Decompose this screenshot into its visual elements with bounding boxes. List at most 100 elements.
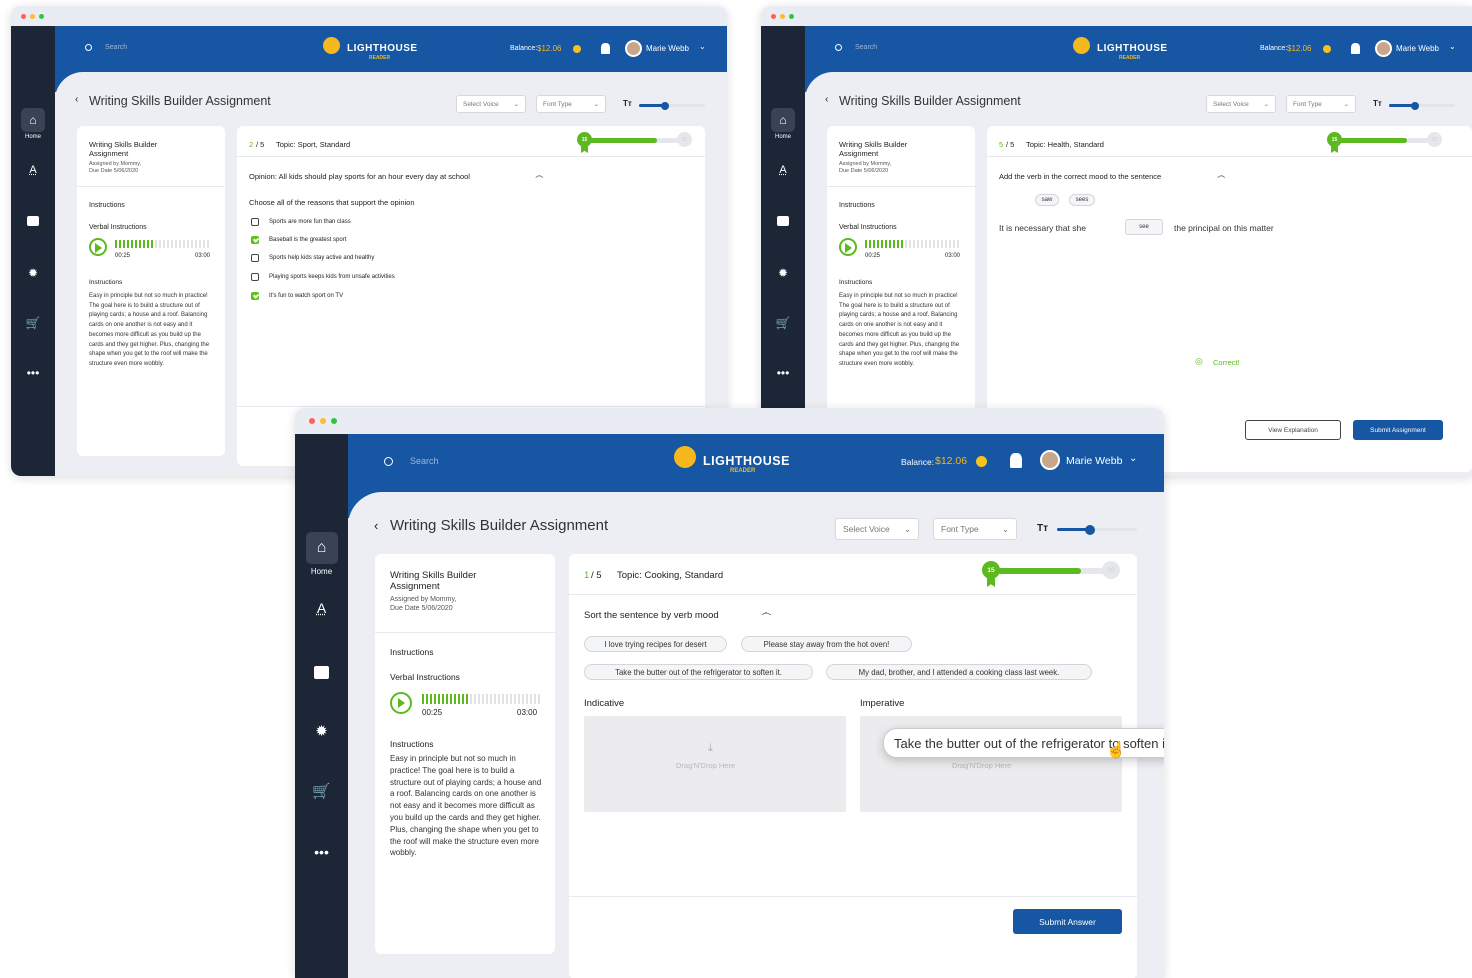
option-label[interactable]: Sports help kids stay active and healthy [269,255,374,261]
sentence-before: It is necessary that she [999,223,1086,233]
chevron-down-icon: ⌄ [593,101,599,108]
avatar[interactable] [1040,450,1060,470]
user-name[interactable]: Marie Webb [646,44,689,53]
bell-icon[interactable] [1010,453,1022,468]
audio-waveform[interactable] [865,239,959,249]
listen-icon[interactable]: ෴ [761,607,771,620]
sidebar-item-home[interactable]: ⌂ Home [761,108,805,140]
chevron-down-icon[interactable]: ⌄ [699,42,706,51]
play-icon[interactable] [89,238,107,256]
sentence-chip[interactable]: My dad, brother, and I attended a cookin… [826,664,1092,680]
window-cooking-question: ⌂ Home A ✹ 🛒 ••• Search LIGHTHOUSE READER… [295,408,1164,978]
user-name[interactable]: Marie Webb [1396,44,1439,53]
sidebar-item-more[interactable]: ••• [295,844,348,860]
minimize-dot[interactable] [780,13,785,19]
avatar[interactable] [1375,40,1392,57]
more-icon: ••• [26,366,40,380]
due-date: Due Date 5/06/2020 [390,605,453,612]
sidebar-item-more[interactable]: ••• [761,366,805,380]
sentence-chip[interactable]: I love trying recipes for desert [584,636,727,652]
back-icon[interactable]: ‹ [374,518,378,533]
sidebar-item-home[interactable]: ⌂ Home [11,108,55,140]
option-checkbox[interactable] [251,273,259,281]
search-input[interactable]: Search [410,456,439,466]
verb-choice-chip[interactable]: sees [1069,194,1095,206]
search-input[interactable]: Search [105,44,127,51]
close-dot[interactable] [21,13,26,19]
balance-value: $12.06 [1287,44,1312,53]
sidebar-item-settings[interactable]: ✹ [11,266,55,280]
sidebar-item-more[interactable]: ••• [11,366,55,380]
option-checkbox[interactable] [251,254,259,262]
listen-icon[interactable]: ෴ [535,170,544,181]
option-label[interactable]: It's fun to watch sport on TV [269,293,343,299]
search-icon[interactable] [85,44,92,51]
close-dot[interactable] [309,418,315,424]
back-icon[interactable]: ‹ [75,94,78,105]
play-icon[interactable] [390,692,412,714]
option-label[interactable]: Baseball is the greatest sport [269,237,346,243]
play-icon[interactable] [839,238,857,256]
sidebar-item-font[interactable]: A [11,164,55,176]
verb-choice-chip[interactable]: saw [1035,194,1059,206]
sidebar: ⌂ Home A ✹ 🛒 ••• [11,26,55,476]
chevron-down-icon[interactable]: ⌄ [1449,42,1456,51]
avatar[interactable] [625,40,642,57]
listen-icon[interactable]: ෴ [1217,170,1226,181]
select-font-type[interactable]: Font Type ⌄ [536,95,606,113]
sidebar-item-font[interactable]: A [761,164,805,176]
text-size-slider[interactable] [1389,101,1455,110]
sidebar-item-cart[interactable]: 🛒 [11,316,55,330]
option-checkbox[interactable] [251,292,259,300]
select-font-type[interactable]: Font Type ⌄ [1286,95,1356,113]
sidebar-item-settings[interactable]: ✹ [761,266,805,280]
view-explanation-button[interactable]: View Explanation [1245,420,1341,440]
submit-assignment-button[interactable]: Submit Assignment [1353,420,1443,440]
search-icon[interactable] [384,457,393,466]
assignment-info-card: Writing Skills Builder Assignment Assign… [375,554,555,954]
sidebar-item-cart[interactable]: 🛒 [295,782,348,800]
sidebar-item-messages[interactable] [11,216,55,226]
select-font-type[interactable]: Font Type ⌄ [933,518,1017,540]
search-icon[interactable] [835,44,842,51]
chevron-down-icon[interactable]: ⌄ [1129,453,1137,464]
option-checkbox[interactable] [251,218,259,226]
back-icon[interactable]: ‹ [825,94,828,105]
text-size-slider[interactable] [1057,524,1137,535]
sidebar-item-cart[interactable]: 🛒 [761,316,805,330]
maximize-dot[interactable] [331,418,337,424]
minimize-dot[interactable] [30,13,35,19]
maximize-dot[interactable] [39,13,44,19]
submit-answer-button[interactable]: Submit Answer [1013,909,1122,934]
search-input[interactable]: Search [855,44,877,51]
select-voice[interactable]: Select Voice ⌄ [1206,95,1276,113]
sidebar-home-label: Home [24,134,41,140]
bell-icon[interactable] [1351,43,1360,54]
sentence-chip[interactable]: Take the butter out of the refrigerator … [584,664,813,680]
logo-subtext: READER [369,55,391,61]
cart-icon: 🛒 [312,783,331,800]
dropzone-indicative[interactable]: ⤓ Drag'N'Drop Here [584,716,846,812]
sentence-chip[interactable]: Please stay away from the hot oven! [741,636,912,652]
answer-slot[interactable]: see [1125,219,1163,235]
user-name[interactable]: Marie Webb [1066,455,1122,467]
sidebar-item-settings[interactable]: ✹ [295,722,348,740]
minimize-dot[interactable] [320,418,326,424]
maximize-dot[interactable] [789,13,794,19]
verbal-instructions-label: Verbal Instructions [390,672,460,682]
option-checkbox[interactable] [251,236,259,244]
instructions-heading: Instructions [390,647,434,657]
sidebar-item-font[interactable]: A [295,600,348,616]
bell-icon[interactable] [601,43,610,54]
text-size-slider[interactable] [639,101,705,110]
audio-waveform[interactable] [115,239,209,249]
close-dot[interactable] [771,13,776,19]
select-voice[interactable]: Select Voice ⌄ [456,95,526,113]
option-label[interactable]: Sports are more fun than class [269,219,351,225]
option-label[interactable]: Playing sports keeps kids from unsafe ac… [269,274,395,280]
sidebar-item-messages[interactable] [761,216,805,226]
sidebar-item-home[interactable]: ⌂ Home [295,532,348,576]
select-voice[interactable]: Select Voice ⌄ [835,518,919,540]
audio-waveform[interactable] [422,693,540,705]
sidebar-item-messages[interactable] [295,666,348,679]
